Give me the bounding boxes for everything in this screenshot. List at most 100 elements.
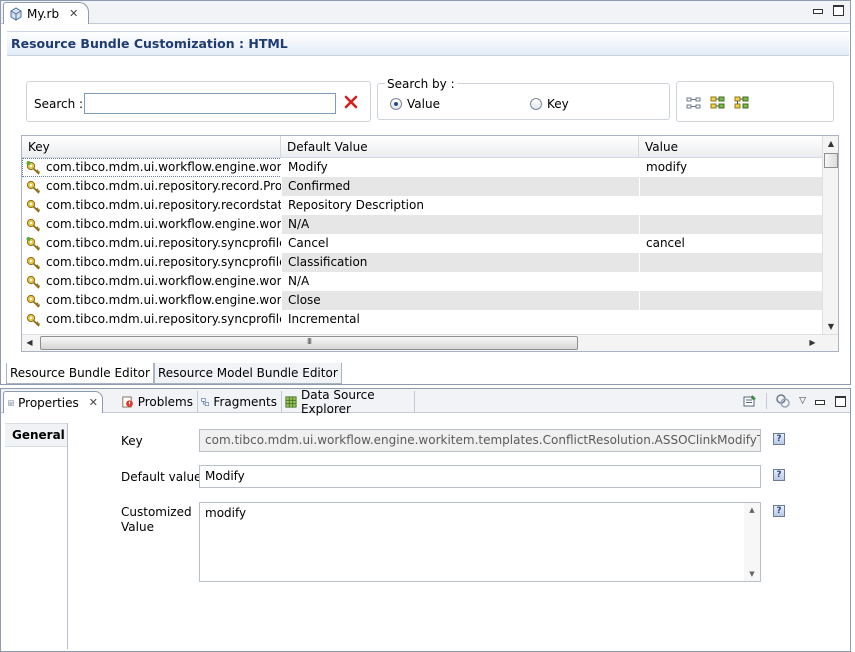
- table-row[interactable]: com.tibco.mdm.ui.repository.record.Prod.…: [22, 177, 822, 196]
- table-row[interactable]: com.tibco.mdm.ui.workflow.engine.worki..…: [22, 158, 822, 177]
- cell-default-value: Close: [281, 291, 639, 310]
- key-field[interactable]: com.tibco.mdm.ui.workflow.engine.workite…: [199, 429, 761, 452]
- key-icon: [26, 294, 41, 308]
- column-header-key[interactable]: Key: [22, 136, 281, 158]
- grouped-layout-icon[interactable]: [734, 96, 750, 110]
- column-header-default-value[interactable]: Default Value: [281, 136, 639, 158]
- cell-default-value: Incremental: [281, 310, 639, 329]
- customized-value-label-line2: Value: [121, 520, 154, 534]
- cell-key: com.tibco.mdm.ui.workflow.engine.worki..…: [22, 291, 281, 310]
- table-row[interactable]: com.tibco.mdm.ui.workflow.engine.worki..…: [22, 291, 822, 310]
- scroll-thumb[interactable]: [824, 153, 838, 168]
- filter-icon[interactable]: [775, 393, 791, 409]
- customized-key-icon: [26, 160, 41, 175]
- tab-properties[interactable]: Properties ✕: [3, 391, 103, 413]
- cell-key-text: com.tibco.mdm.ui.repository.syncprofile.…: [46, 255, 281, 269]
- scroll-down-arrow-icon[interactable]: ▼: [823, 319, 838, 334]
- radio-label: Value: [407, 97, 440, 111]
- cell-default-value: N/A: [281, 215, 639, 234]
- default-value-field[interactable]: Modify: [199, 465, 761, 488]
- cell-key-text: com.tibco.mdm.ui.workflow.engine.worki..…: [46, 160, 281, 174]
- cell-default-value: Repository Description: [281, 196, 639, 215]
- close-icon[interactable]: ✕: [69, 7, 78, 20]
- scroll-down-arrow-icon[interactable]: ▼: [744, 570, 760, 578]
- search-by-value-radio[interactable]: Value: [390, 97, 440, 111]
- cell-default-value: Cancel: [281, 234, 639, 253]
- section-tab-general[interactable]: General: [5, 423, 67, 447]
- cell-value[interactable]: [639, 310, 822, 329]
- table-row[interactable]: com.tibco.mdm.ui.repository.syncprofile.…: [22, 234, 822, 253]
- customized-value-label-line1: Customized: [121, 505, 192, 519]
- view-toolbar: ▽: [742, 393, 846, 409]
- tab-resource-model-bundle-editor[interactable]: Resource Model Bundle Editor: [153, 363, 342, 384]
- editor-page-tabs: Resource Bundle Editor Resource Model Bu…: [6, 363, 342, 384]
- table-row[interactable]: com.tibco.mdm.ui.repository.syncprofile.…: [22, 253, 822, 272]
- editor-tabbar: My.rb ✕: [1, 1, 850, 24]
- editor-tab-my-rb[interactable]: My.rb ✕: [3, 2, 89, 24]
- cell-key: com.tibco.mdm.ui.repository.recordstatus…: [22, 196, 281, 215]
- table-header: Key Default Value Value: [22, 136, 822, 158]
- scroll-right-arrow-icon[interactable]: ▶: [805, 335, 820, 351]
- tab-problems[interactable]: Problems: [118, 391, 198, 413]
- pin-icon[interactable]: [742, 393, 758, 409]
- tab-resource-bundle-editor[interactable]: Resource Bundle Editor: [6, 363, 154, 384]
- cell-value[interactable]: [639, 196, 822, 215]
- fragments-icon: [201, 398, 210, 406]
- key-icon: [26, 313, 41, 327]
- default-value-label: Default value: [121, 470, 202, 484]
- cell-key: com.tibco.mdm.ui.repository.syncprofile.…: [22, 310, 281, 329]
- close-icon[interactable]: ✕: [89, 396, 98, 409]
- search-input[interactable]: [84, 93, 336, 114]
- radio-selected-icon: [390, 98, 402, 110]
- cell-value[interactable]: [639, 272, 822, 291]
- column-header-value[interactable]: Value: [639, 136, 822, 158]
- search-label: Search :: [34, 97, 84, 111]
- cell-key-text: com.tibco.mdm.ui.workflow.engine.worki..…: [46, 293, 281, 307]
- tree-layout-icon[interactable]: [710, 96, 726, 110]
- maximize-button[interactable]: [832, 4, 844, 16]
- cell-value[interactable]: modify: [639, 158, 822, 177]
- search-by-key-radio[interactable]: Key: [530, 97, 569, 111]
- customized-value-textarea[interactable]: modify ▲ ▼: [199, 502, 761, 582]
- cell-value[interactable]: [639, 291, 822, 310]
- cell-value[interactable]: cancel: [639, 234, 822, 253]
- form-header: Resource Bundle Customization : HTML: [7, 31, 849, 56]
- help-icon[interactable]: ?: [773, 469, 785, 481]
- scroll-thumb[interactable]: III: [40, 336, 578, 350]
- scroll-left-arrow-icon[interactable]: ◀: [22, 335, 37, 351]
- table-horizontal-scrollbar[interactable]: ◀ III ▶: [22, 334, 838, 351]
- page-title: Resource Bundle Customization : HTML: [11, 36, 288, 51]
- resource-table[interactable]: Key Default Value Value com.tibco.mdm.ui…: [21, 135, 839, 352]
- tab-data-source-explorer[interactable]: Data Source Explorer: [281, 388, 415, 416]
- scroll-up-arrow-icon[interactable]: ▲: [823, 136, 838, 151]
- properties-view: Properties ✕ Problems Fragments Data Sou…: [0, 388, 851, 652]
- cell-value[interactable]: [639, 215, 822, 234]
- editor-tab-label: My.rb: [27, 6, 60, 21]
- tab-label: Properties: [18, 395, 79, 410]
- maximize-button[interactable]: [834, 395, 846, 407]
- table-row[interactable]: com.tibco.mdm.ui.repository.recordstatus…: [22, 196, 822, 215]
- cell-value[interactable]: [639, 177, 822, 196]
- table-vertical-scrollbar[interactable]: ▲ ▼: [822, 136, 838, 334]
- clear-search-icon[interactable]: [343, 94, 359, 110]
- minimize-button[interactable]: [814, 395, 826, 407]
- customized-key-icon: [26, 236, 41, 251]
- data-source-explorer-icon: [285, 396, 297, 408]
- minimize-button[interactable]: [812, 4, 824, 16]
- cell-default-value: Classification: [281, 253, 639, 272]
- editor-window-controls: [812, 4, 844, 16]
- table-row[interactable]: com.tibco.mdm.ui.workflow.engine.worki..…: [22, 215, 822, 234]
- table-row[interactable]: com.tibco.mdm.ui.repository.syncprofile.…: [22, 310, 822, 329]
- tab-fragments[interactable]: Fragments: [197, 391, 282, 413]
- scroll-up-arrow-icon[interactable]: ▲: [744, 506, 760, 514]
- help-icon[interactable]: ?: [773, 433, 785, 445]
- help-icon[interactable]: ?: [773, 505, 785, 517]
- flat-layout-icon[interactable]: [686, 96, 702, 110]
- cell-key: com.tibco.mdm.ui.workflow.engine.worki..…: [22, 158, 281, 177]
- cell-value[interactable]: [639, 253, 822, 272]
- cell-default-value: Modify: [281, 158, 639, 177]
- radio-unselected-icon: [530, 98, 542, 110]
- textarea-scrollbar[interactable]: ▲ ▼: [744, 503, 760, 581]
- table-row[interactable]: com.tibco.mdm.ui.workflow.engine.worki..…: [22, 272, 822, 291]
- view-menu-icon[interactable]: ▽: [799, 396, 806, 406]
